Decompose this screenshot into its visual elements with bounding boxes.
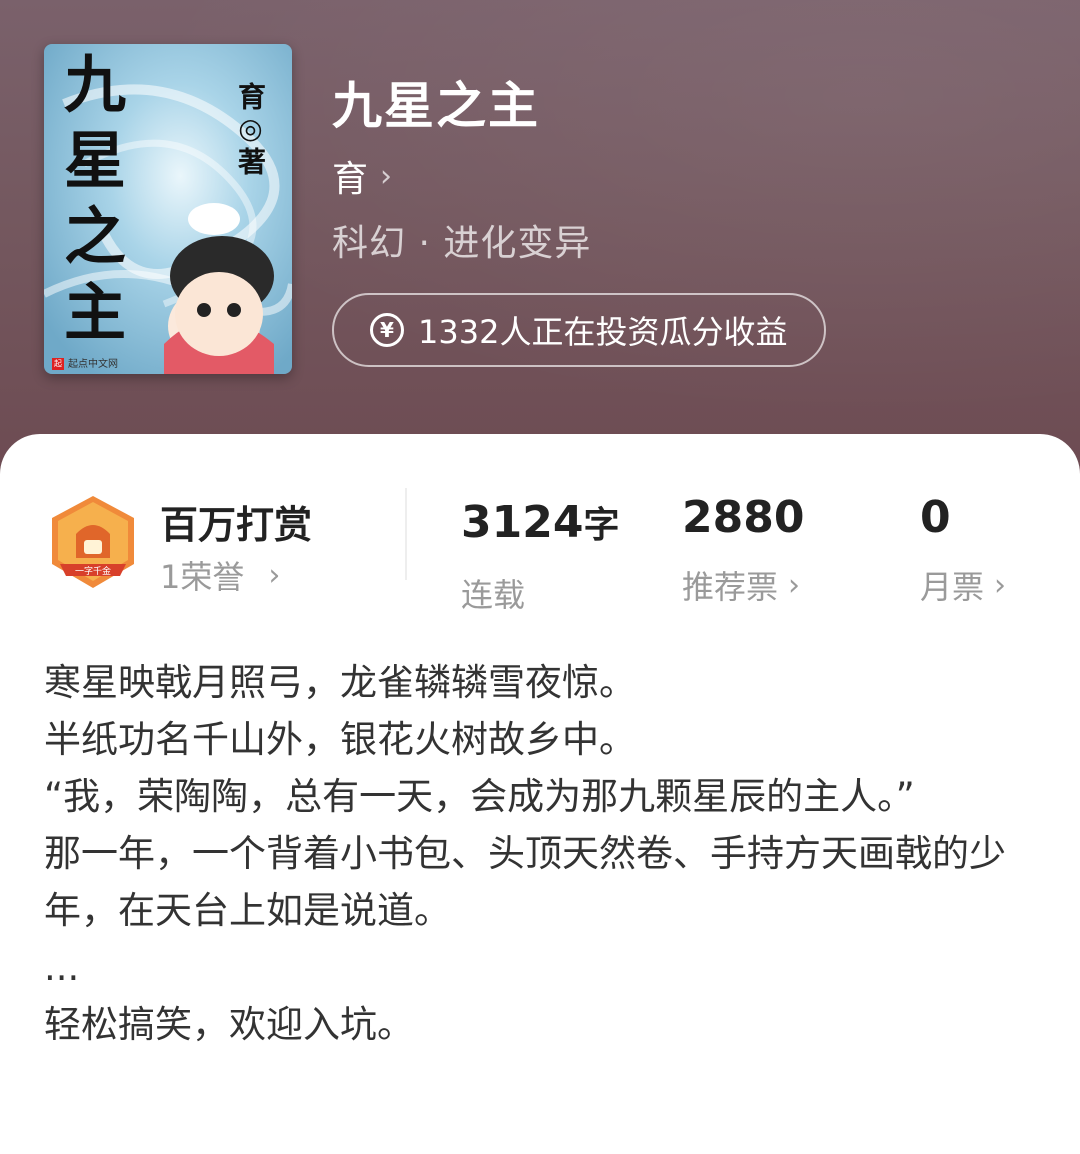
stat-label-text: 推荐票 (682, 568, 779, 606)
description-line: “我，荣陶陶，总有一天，会成为那九颗星辰的主人。” (44, 775, 915, 818)
description-line: ... (44, 946, 80, 989)
stat-label: 月票 › (920, 562, 1006, 608)
chevron-right-icon: › (268, 557, 281, 593)
book-title: 九星之主 (332, 77, 540, 135)
cover-title-char: 主 (63, 276, 126, 349)
invest-button[interactable]: ¥ 1332人正在投资瓜分收益 (332, 293, 826, 367)
stat-label: 推荐票 › (682, 562, 804, 608)
cover-author-mark: 育◎著 (234, 82, 267, 177)
author-link[interactable]: 育 › (332, 150, 392, 202)
honor-count: 1荣誉 (160, 558, 245, 596)
stat-label: 连载 (461, 570, 619, 616)
honor-title: 百万打赏 (160, 503, 313, 547)
stat-label-text: 连载 (461, 576, 526, 614)
cover-title-char: 九 (63, 48, 126, 121)
stat-unit: 字 (583, 505, 620, 546)
description-line: 那一年，一个背着小书包、头顶天然卷、手持方天画戟的少年，在天台上如是说道。 (44, 832, 1006, 932)
yen-coin-icon: ¥ (370, 313, 404, 347)
stat-value: 2880 (682, 492, 805, 543)
stat-recommend-votes[interactable]: 2880 推荐票 › (682, 496, 804, 608)
stat-word-count: 3124字 连载 (461, 496, 619, 616)
cover-title-char: 之 (63, 200, 126, 273)
badge-text: 一字千金 (75, 565, 111, 577)
chevron-right-icon: › (994, 567, 1007, 603)
stat-label-text: 月票 (920, 568, 985, 606)
book-description[interactable]: 寒星映戟月照弓，龙雀辚辚雪夜惊。 半纸功名千山外，银花火树故乡中。 “我，荣陶陶… (44, 654, 1034, 1053)
book-genre: 科幻 · 进化变异 (332, 223, 592, 264)
chevron-right-icon: › (788, 567, 801, 603)
book-cover[interactable]: 九 星 之 主 育◎著 起起点中文网 (44, 44, 292, 374)
honor-subtitle-link[interactable]: 1荣誉 › (160, 552, 280, 598)
chevron-right-icon: › (380, 158, 393, 194)
description-line: 寒星映戟月照弓，龙雀辚辚雪夜惊。 (44, 661, 636, 704)
stat-monthly-votes[interactable]: 0 月票 › (920, 496, 1006, 608)
stat-value: 3124 (461, 497, 584, 548)
description-line: 轻松搞笑，欢迎入坑。 (44, 1003, 414, 1046)
publisher-name: 起点中文网 (68, 359, 118, 370)
stat-value: 0 (920, 492, 951, 543)
reward-badge-icon[interactable]: 一字千金 (46, 494, 140, 590)
invest-text: 1332人正在投资瓜分收益 (418, 313, 788, 351)
cover-title-char: 星 (63, 124, 126, 197)
divider (405, 488, 407, 580)
publisher-logo-icon: 起 (52, 358, 64, 370)
cover-publisher: 起起点中文网 (52, 355, 118, 370)
author-name: 育 (332, 159, 369, 200)
description-line: 半纸功名千山外，银花火树故乡中。 (44, 718, 636, 761)
